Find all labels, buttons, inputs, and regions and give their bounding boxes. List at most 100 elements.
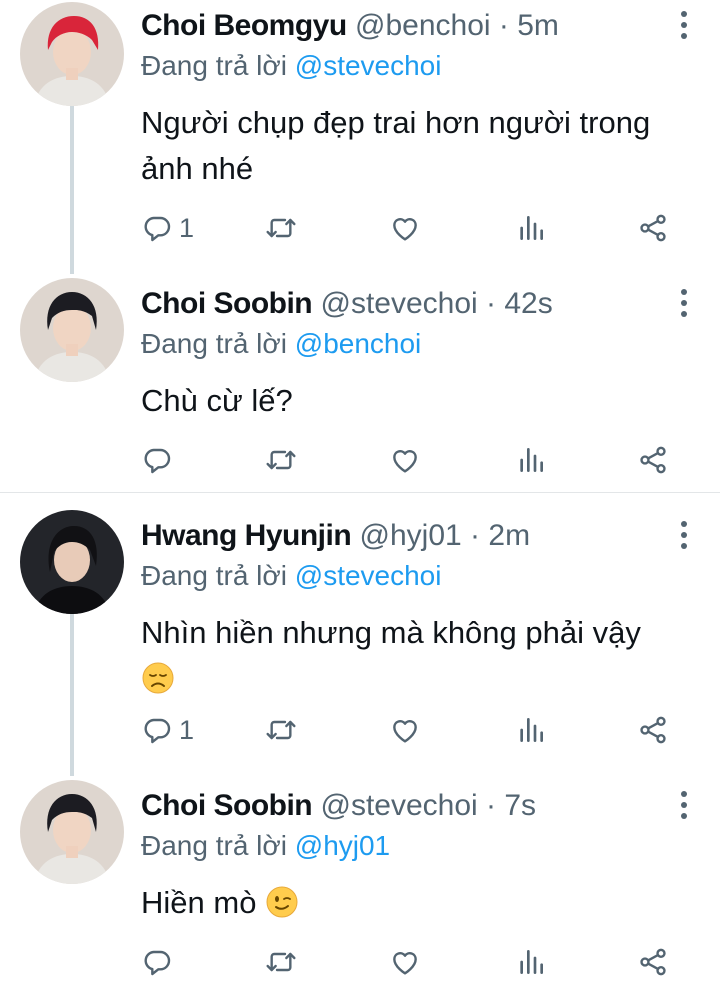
like-button[interactable] <box>389 710 421 750</box>
disappointed-face-icon <box>141 661 175 695</box>
like-button[interactable] <box>389 440 421 480</box>
retweet-icon <box>265 946 297 978</box>
bar-chart-icon <box>515 444 547 476</box>
reply-count: 1 <box>179 714 195 745</box>
reply-button[interactable]: 1 <box>141 208 194 248</box>
tweet-text: Nhìn hiền nhưng mà không phải vậy <box>141 610 701 702</box>
action-bar <box>141 440 681 480</box>
reply-button[interactable] <box>141 942 173 982</box>
separator: · <box>498 9 509 42</box>
user-handle[interactable]: @stevechoi <box>320 789 477 822</box>
reply-prefix: Đang trả lời <box>141 50 287 81</box>
reply-icon <box>141 212 173 244</box>
tweet-text-line: Chù cừ lế? <box>141 383 293 418</box>
separator: · <box>470 519 481 552</box>
tweet-text-line: Hiền mò <box>141 885 257 920</box>
heart-icon <box>389 714 421 746</box>
reply-prefix: Đang trả lời <box>141 830 287 861</box>
action-bar <box>141 942 681 982</box>
share-icon <box>637 444 669 476</box>
action-bar: 1 <box>141 208 681 248</box>
more-options-icon[interactable] <box>678 289 690 323</box>
reply-prefix: Đang trả lời <box>141 328 287 359</box>
tweet-header: Choi Beomgyu @benchoi · 5m <box>141 0 559 52</box>
user-handle[interactable]: @benchoi <box>355 9 491 42</box>
winking-face-icon <box>265 885 299 919</box>
tweet-text: Chù cừ lế? <box>141 378 701 424</box>
action-bar: 1 <box>141 710 681 750</box>
avatar[interactable] <box>20 2 124 106</box>
views-button[interactable] <box>515 440 547 480</box>
more-options-icon[interactable] <box>678 11 690 45</box>
display-name[interactable]: Choi Beomgyu <box>141 9 347 42</box>
share-button[interactable] <box>637 440 669 480</box>
tweet-text-line: Người chụp đẹp trai hơn người trong <box>141 105 651 140</box>
thread-line <box>70 612 74 776</box>
reply-context: Đang trả lời @hyj01 <box>141 828 390 864</box>
reply-context: Đang trả lời @stevechoi <box>141 48 441 84</box>
tweet-header: Choi Soobin @stevechoi · 42s <box>141 278 553 330</box>
tweet-header: Hwang Hyunjin @hyj01 · 2m <box>141 510 530 562</box>
share-icon <box>637 212 669 244</box>
display-name[interactable]: Choi Soobin <box>141 789 313 822</box>
reply-prefix: Đang trả lời <box>141 560 287 591</box>
share-button[interactable] <box>637 208 669 248</box>
retweet-icon <box>265 444 297 476</box>
heart-icon <box>389 444 421 476</box>
timestamp[interactable]: 7s <box>504 789 536 822</box>
reply-context: Đang trả lời @stevechoi <box>141 558 441 594</box>
user-handle[interactable]: @stevechoi <box>320 287 477 320</box>
tweet-text: Người chụp đẹp trai hơn người trong ảnh … <box>141 100 701 192</box>
tweet-text: Hiền mò <box>141 880 701 926</box>
avatar[interactable] <box>20 278 124 382</box>
avatar[interactable] <box>20 780 124 884</box>
timestamp[interactable]: 2m <box>488 519 530 552</box>
views-button[interactable] <box>515 208 547 248</box>
user-handle[interactable]: @hyj01 <box>360 519 462 552</box>
mention-link[interactable]: @stevechoi <box>295 50 442 81</box>
timestamp[interactable]: 5m <box>517 9 559 42</box>
tweet-text-line: ảnh nhé <box>141 151 254 186</box>
reply-context: Đang trả lời @benchoi <box>141 326 421 362</box>
display-name[interactable]: Choi Soobin <box>141 287 313 320</box>
views-button[interactable] <box>515 942 547 982</box>
heart-icon <box>389 212 421 244</box>
reply-icon <box>141 946 173 978</box>
heart-icon <box>389 946 421 978</box>
thread-line <box>70 104 74 274</box>
timestamp[interactable]: 42s <box>504 287 552 320</box>
retweet-button[interactable] <box>265 440 297 480</box>
retweet-icon <box>265 212 297 244</box>
retweet-icon <box>265 714 297 746</box>
separator: · <box>486 789 497 822</box>
retweet-button[interactable] <box>265 710 297 750</box>
reply-icon <box>141 714 173 746</box>
share-button[interactable] <box>637 942 669 982</box>
reply-button[interactable] <box>141 440 173 480</box>
tweet-text-line: Nhìn hiền nhưng mà không phải vậy <box>141 615 641 650</box>
views-button[interactable] <box>515 710 547 750</box>
more-options-icon[interactable] <box>678 521 690 555</box>
share-icon <box>637 946 669 978</box>
thread-divider <box>0 492 720 493</box>
tweet-header: Choi Soobin @stevechoi · 7s <box>141 780 536 832</box>
reply-count: 1 <box>179 212 195 243</box>
bar-chart-icon <box>515 714 547 746</box>
share-icon <box>637 714 669 746</box>
like-button[interactable] <box>389 208 421 248</box>
avatar[interactable] <box>20 510 124 614</box>
like-button[interactable] <box>389 942 421 982</box>
separator: · <box>486 287 497 320</box>
mention-link[interactable]: @benchoi <box>295 328 422 359</box>
retweet-button[interactable] <box>265 942 297 982</box>
mention-link[interactable]: @stevechoi <box>295 560 442 591</box>
reply-button[interactable]: 1 <box>141 710 194 750</box>
more-options-icon[interactable] <box>678 791 690 825</box>
bar-chart-icon <box>515 212 547 244</box>
display-name[interactable]: Hwang Hyunjin <box>141 519 352 552</box>
reply-icon <box>141 444 173 476</box>
retweet-button[interactable] <box>265 208 297 248</box>
bar-chart-icon <box>515 946 547 978</box>
mention-link[interactable]: @hyj01 <box>295 830 390 861</box>
share-button[interactable] <box>637 710 669 750</box>
